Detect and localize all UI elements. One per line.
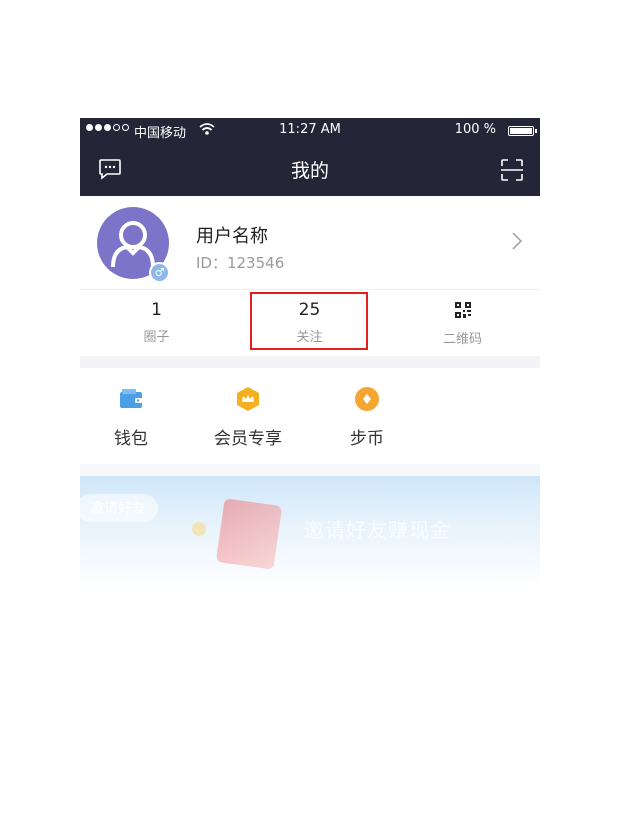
battery-percent: 100 % xyxy=(454,122,496,137)
menu-item-wallet[interactable]: 钱包 xyxy=(114,386,148,449)
scan-icon[interactable] xyxy=(500,158,524,182)
gender-male-icon: ♂ xyxy=(149,262,170,283)
invite-banner[interactable]: 邀请好友 邀请好友赚现金 xyxy=(80,476,540,588)
highlight-box xyxy=(250,292,368,350)
red-packet-icon xyxy=(215,498,283,570)
profile-row[interactable]: ♂ 用户名称 ID：123546 xyxy=(80,196,540,288)
phone-screen: 中国移动 11:27 AM 100 % 我的 ♂ 用户名称 ID：123546 … xyxy=(80,118,540,588)
wallet-icon xyxy=(120,389,142,408)
section-gap xyxy=(80,464,540,476)
menu-item-coin[interactable]: 步币 xyxy=(350,386,384,449)
menu-item-wallet-label: 钱包 xyxy=(114,429,148,449)
menu-item-coin-label: 步币 xyxy=(350,429,384,449)
stat-qr-code-label: 二维码 xyxy=(442,332,482,347)
page-title: 我的 xyxy=(290,160,329,182)
battery-icon xyxy=(508,126,537,136)
qr-code-icon xyxy=(454,302,471,318)
crown-badge-icon xyxy=(237,387,259,411)
user-id: ID：123546 xyxy=(196,254,285,272)
coin-decoration-icon xyxy=(192,522,206,536)
stat-circles[interactable]: 1 圈子 xyxy=(80,290,233,345)
stat-qr-code[interactable]: 二维码 xyxy=(386,290,539,347)
chevron-right-icon[interactable] xyxy=(512,232,522,250)
status-bar: 中国移动 11:27 AM 100 % xyxy=(80,118,540,144)
top-bar: 中国移动 11:27 AM 100 % 我的 xyxy=(80,118,540,196)
feature-menu: 钱包 会员专享 步币 xyxy=(80,368,540,464)
invite-pill: 邀请好友 xyxy=(80,494,158,522)
section-gap xyxy=(80,356,540,368)
stat-circles-label: 圈子 xyxy=(143,330,170,345)
banner-title: 邀请好友赚现金 xyxy=(304,518,451,542)
username: 用户名称 xyxy=(196,226,268,247)
stat-circles-value: 1 xyxy=(151,300,162,320)
menu-item-vip-label: 会员专享 xyxy=(214,429,282,449)
coin-icon xyxy=(355,387,379,411)
menu-item-vip[interactable]: 会员专享 xyxy=(214,386,282,449)
